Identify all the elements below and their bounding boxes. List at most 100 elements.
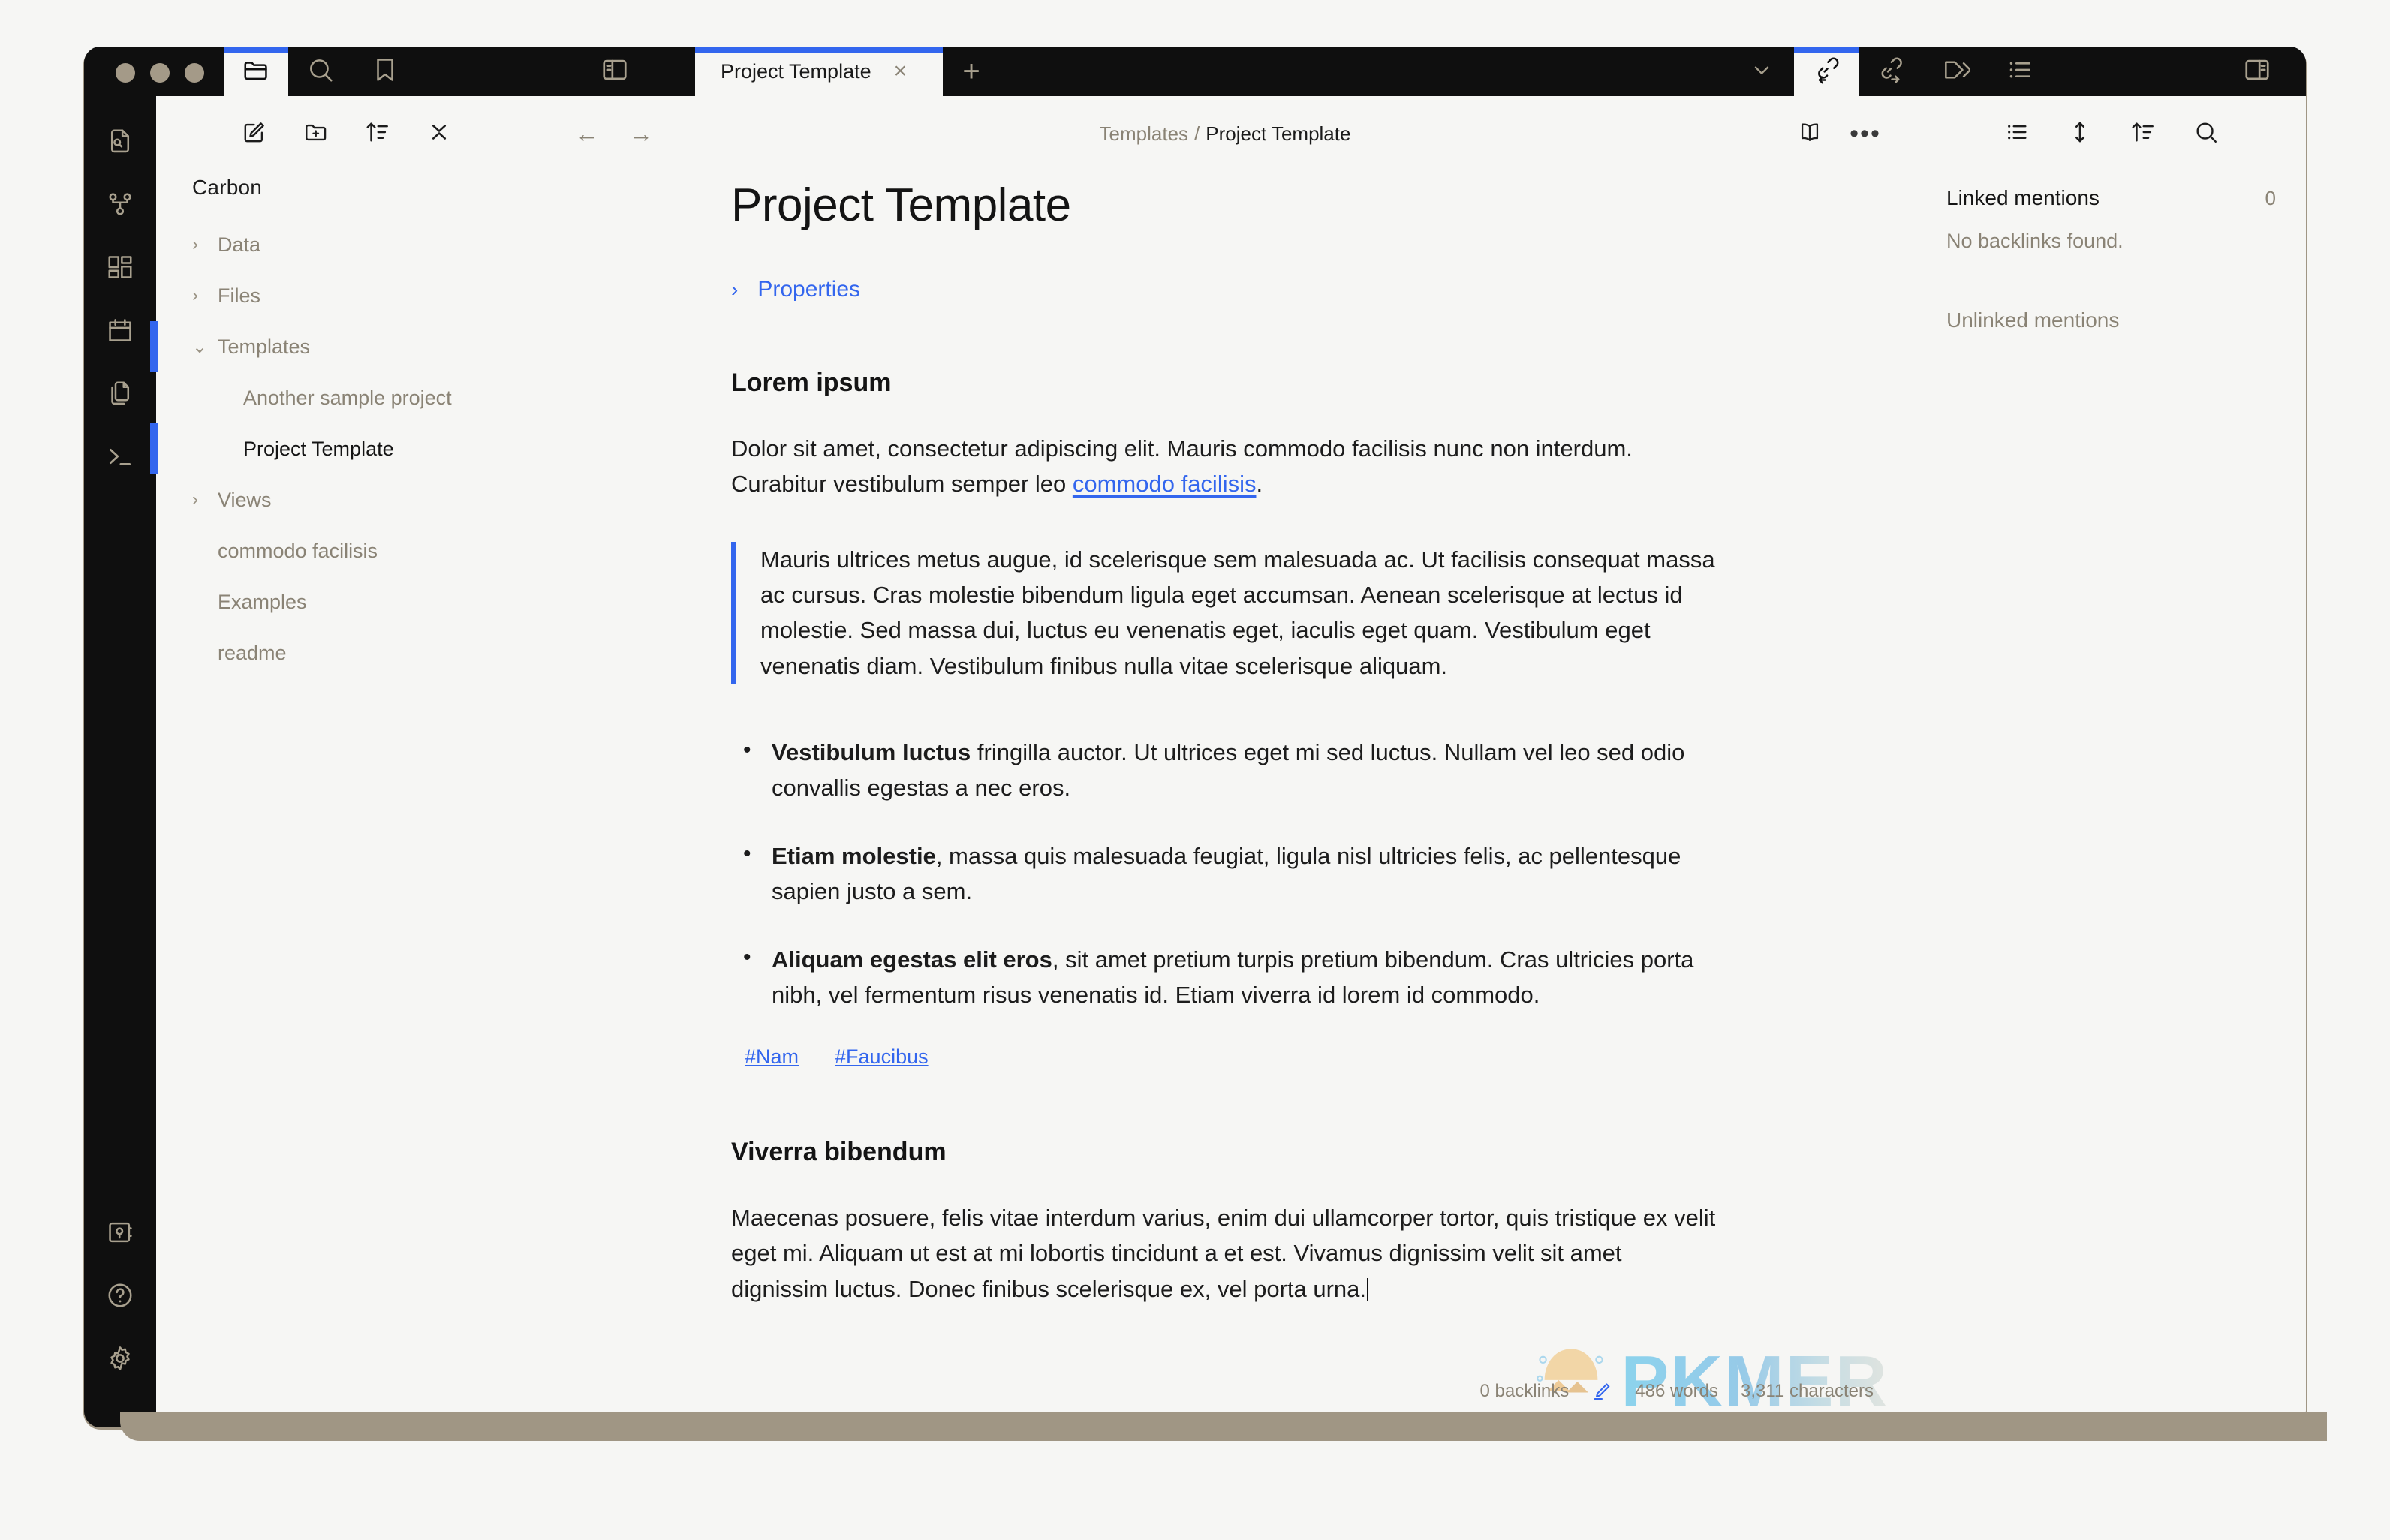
navigate-back-button[interactable]: ← <box>567 114 607 153</box>
tree-item-label: readme <box>218 641 287 664</box>
collapse-all-button[interactable] <box>419 113 459 154</box>
ribbon-item-quick-switcher[interactable] <box>93 116 147 170</box>
tree-item-data[interactable]: › Data <box>156 219 537 270</box>
sort-icon <box>365 119 390 149</box>
workspace: Carbon › Data › Files ⌄ Templates Another samp… <box>84 96 2306 1427</box>
ribbon-item-calendar[interactable] <box>93 305 147 359</box>
sort-order-button[interactable] <box>357 113 398 154</box>
paragraph-1: Dolor sit amet, consectetur adipiscing e… <box>731 431 1722 501</box>
expand-collapse-results-button[interactable] <box>2060 113 2100 154</box>
grid-icon <box>106 253 134 285</box>
collapse-icon <box>426 119 452 149</box>
right-tab-backlinks[interactable] <box>1794 47 1859 96</box>
application-window: Project Template × + Carbon › Data › Fil… <box>84 47 2306 1427</box>
close-window-button[interactable] <box>116 63 135 83</box>
tag-faucibus[interactable]: #Faucibus <box>835 1045 929 1069</box>
bullet-list: Vestibulum luctus fringilla auctor. Ut u… <box>731 733 1722 1013</box>
gear-icon <box>106 1344 134 1376</box>
note-scroll-area[interactable]: Project Template › Properties Lorem ipsu… <box>537 159 1916 1427</box>
tag-nam[interactable]: #Nam <box>745 1045 799 1069</box>
linked-mentions-header[interactable]: Linked mentions 0 <box>1946 186 2276 210</box>
new-folder-icon <box>303 119 329 149</box>
outline-icon <box>2006 56 2034 88</box>
change-sort-order-button[interactable] <box>2123 113 2163 154</box>
tree-item-another-sample-project[interactable]: Another sample project <box>156 372 537 423</box>
sidebar-tab-search[interactable] <box>288 47 353 96</box>
document-tab-project-template[interactable]: Project Template × <box>695 47 943 96</box>
tree-item-files[interactable]: › Files <box>156 270 537 321</box>
sidebar-tab-bookmarks[interactable] <box>353 47 417 96</box>
tree-item-label: Views <box>218 488 272 511</box>
list-view-button[interactable] <box>1997 113 2037 154</box>
navigate-forward-button[interactable]: → <box>622 114 661 153</box>
properties-section-toggle[interactable]: › Properties <box>731 277 1722 302</box>
chevron-right-icon: › <box>731 278 739 301</box>
tree-item-label: Files <box>218 284 261 307</box>
breadcrumb-parent[interactable]: Templates <box>1100 122 1189 145</box>
tag-icon <box>1941 56 1972 88</box>
tree-item-label: Examples <box>218 590 307 613</box>
tab-overflow-chevron[interactable] <box>1729 47 1794 96</box>
minimize-window-button[interactable] <box>150 63 170 83</box>
ribbon-item-vault[interactable] <box>93 1207 147 1261</box>
linked-mentions-count: 0 <box>2265 186 2276 209</box>
terminal-icon <box>106 442 134 474</box>
ribbon-item-terminal[interactable] <box>93 431 147 485</box>
right-tab-outline[interactable] <box>1988 47 2052 96</box>
chevron-right-icon: › <box>192 234 198 254</box>
new-note-icon <box>242 119 267 149</box>
note-content: Project Template › Properties Lorem ipsu… <box>701 179 1752 1307</box>
sidebar-tab-files[interactable] <box>224 47 288 96</box>
tree-item-label: Data <box>218 233 261 256</box>
help-icon <box>106 1281 134 1313</box>
maximize-window-button[interactable] <box>185 63 204 83</box>
status-word-count[interactable]: 486 words <box>1635 1381 1718 1402</box>
status-character-count[interactable]: 3,311 characters <box>1741 1381 1874 1402</box>
note-pane: ← → Templates / Project Template ••• Pro… <box>537 96 1916 1427</box>
right-tab-tags[interactable] <box>1923 47 1988 96</box>
vertical-arrows-icon <box>2067 119 2093 149</box>
ribbon-item-files[interactable] <box>93 368 147 422</box>
toggle-right-sidebar-button[interactable] <box>2225 47 2289 96</box>
window-controls <box>84 63 224 96</box>
ribbon-item-graph-view[interactable] <box>93 179 147 233</box>
search-icon <box>306 56 335 88</box>
list-icon <box>2004 119 2030 149</box>
tree-item-readme[interactable]: readme <box>156 627 537 678</box>
right-tab-outgoing-links[interactable] <box>1859 47 1923 96</box>
chevron-right-icon: › <box>192 285 198 305</box>
status-backlinks-count[interactable]: 0 backlinks <box>1480 1381 1570 1402</box>
list-item: Etiam molestie, massa quis malesuada feu… <box>731 837 1722 909</box>
reading-view-button[interactable] <box>1789 113 1830 154</box>
new-folder-button[interactable] <box>296 113 336 154</box>
search-backlinks-button[interactable] <box>2186 113 2226 154</box>
ribbon-item-dashboard[interactable] <box>93 242 147 296</box>
tab-strip: Project Template × + <box>695 47 1729 96</box>
list-item: Vestibulum luctus fringilla auctor. Ut u… <box>731 733 1722 805</box>
more-options-button[interactable]: ••• <box>1845 113 1886 154</box>
tree-item-templates[interactable]: ⌄ Templates <box>150 321 537 372</box>
files-icon <box>106 379 134 411</box>
window-frame-band <box>120 1412 2327 1441</box>
backlinks-body: Linked mentions 0 No backlinks found. Un… <box>1916 159 2306 352</box>
chevron-down-icon: ⌄ <box>192 336 208 357</box>
internal-link-commodo-facilisis[interactable]: commodo facilisis <box>1073 471 1257 497</box>
note-title: Project Template <box>731 179 1071 231</box>
unlinked-mentions-header[interactable]: Unlinked mentions <box>1946 308 2276 332</box>
folder-icon <box>242 56 270 88</box>
close-tab-button[interactable]: × <box>894 60 908 83</box>
toggle-left-sidebar-button[interactable] <box>582 47 647 96</box>
tree-item-commodo-facilisis[interactable]: commodo facilisis <box>156 525 537 576</box>
new-tab-button[interactable]: + <box>943 47 1000 96</box>
tree-item-views[interactable]: › Views <box>156 474 537 525</box>
paragraph-1-text-after: . <box>1256 471 1263 498</box>
tree-item-project-template[interactable]: Project Template <box>150 423 537 474</box>
book-open-icon <box>1797 119 1823 149</box>
ribbon-item-settings[interactable] <box>93 1333 147 1387</box>
pencil-icon[interactable] <box>1591 1381 1612 1402</box>
tree-item-examples[interactable]: Examples <box>156 576 537 627</box>
vault-icon <box>106 1218 134 1250</box>
vault-name: Carbon <box>192 176 263 199</box>
new-note-button[interactable] <box>234 113 275 154</box>
ribbon-item-help[interactable] <box>93 1270 147 1324</box>
